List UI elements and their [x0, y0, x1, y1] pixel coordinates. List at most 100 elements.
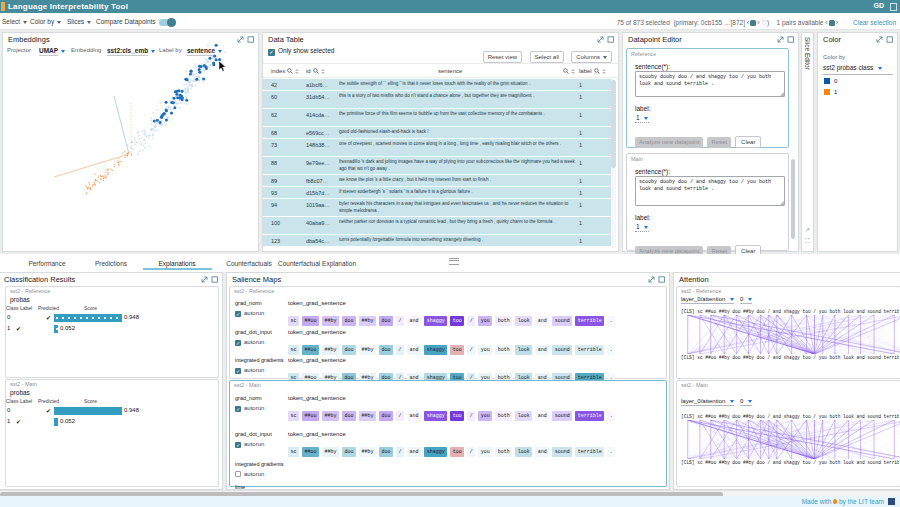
- panel-resize-icons[interactable]: [597, 36, 614, 43]
- col-index[interactable]: index: [271, 68, 299, 75]
- col-id[interactable]: id: [306, 68, 325, 75]
- layer-select[interactable]: layer_0/attention: [681, 296, 734, 304]
- label-select[interactable]: 1: [636, 114, 648, 121]
- expand-icon[interactable]: ↗: [805, 226, 810, 233]
- columns-button[interactable]: Columns: [571, 51, 612, 63]
- col-label[interactable]: label: [579, 68, 606, 75]
- attention-tokens-bottom: [CLS] sc ##oo ##by doo ##by doo / and sh…: [681, 355, 899, 360]
- salience-token: ##by: [322, 447, 339, 457]
- table-row[interactable]: 73148b38…one of creepiest , scariest mov…: [263, 139, 612, 157]
- tab-counterfactual-explanation[interactable]: Counterfactual Explanation: [278, 260, 356, 267]
- cell-index: 68: [271, 130, 277, 136]
- reset-button[interactable]: Reset: [707, 137, 731, 148]
- autorun-checkbox[interactable]: autorun: [235, 471, 264, 477]
- fullscreen-icon[interactable]: ⛶: [805, 238, 809, 245]
- slice-editor-strip[interactable]: Slice Editor ↗ ⛶: [801, 32, 814, 252]
- attention-tokens-top: [CLS] sc ##oo ##by doo ##by doo / and sh…: [681, 414, 899, 419]
- attention-tokens-top: [CLS] sc ##oo ##by doo ##by doo / and sh…: [681, 309, 899, 314]
- pin-pair-icon[interactable]: [829, 20, 835, 26]
- salience-token: /: [467, 411, 475, 421]
- table-row[interactable]: 89fb8c07…we know the plot 's a little cr…: [263, 175, 612, 187]
- salience-token: too: [450, 411, 464, 421]
- table-row[interactable]: 62414cda…the primitive force of this fil…: [263, 109, 612, 127]
- tab-performance[interactable]: Performance: [28, 260, 65, 267]
- drag-handle-icon[interactable]: [449, 258, 459, 265]
- account-label[interactable]: GD: [874, 2, 885, 9]
- salience-token: ##by: [359, 345, 376, 355]
- clear-selection-link[interactable]: Clear selection: [853, 19, 896, 26]
- token-grad-label: token_grad_sentence: [288, 431, 346, 437]
- editor-section-reference: Referencesentence(*):scooby dooby doo / …: [626, 48, 789, 148]
- tab-counterfactuals[interactable]: Counterfactuals: [226, 260, 272, 267]
- head-select[interactable]: 0: [740, 398, 752, 406]
- col-sentence[interactable]: sentence: [438, 68, 462, 74]
- editor-scrollbar[interactable]: [791, 159, 795, 239]
- salience-token: and: [407, 316, 421, 326]
- docs-icon[interactable]: [890, 3, 897, 11]
- analyze-new-datapoint-button[interactable]: Analyze new datapoint: [635, 137, 703, 148]
- pin-datapoint-icon[interactable]: [750, 20, 756, 26]
- prev-pair-button[interactable]: ‹: [825, 19, 827, 26]
- slices-menu[interactable]: Slices: [67, 18, 91, 25]
- autorun-checkbox[interactable]: ✓autorun: [235, 441, 264, 448]
- only-show-selected[interactable]: ✓Only show selected: [268, 47, 334, 56]
- table-scrollbar[interactable]: [611, 80, 616, 248]
- datapoint-editor-panel: Datapoint Editor Referencesentence(*):sc…: [622, 32, 799, 252]
- table-row[interactable]: 941019aa…byler reveals his characters in…: [263, 199, 612, 217]
- table-row[interactable]: 68e569cc…good old-fashioned slash-and-ha…: [263, 127, 612, 139]
- next-datapoint-button[interactable]: ›: [757, 19, 759, 26]
- panel-resize-icons[interactable]: [876, 36, 893, 43]
- table-row[interactable]: 42a1bcf6…the subtle strength of `` ellin…: [263, 79, 612, 91]
- cls-col-label: Label: [20, 305, 32, 311]
- cell-sentence: the subtle strength of `` elling '' is t…: [339, 81, 577, 88]
- color-by-select[interactable]: sst2 probas class: [823, 64, 882, 71]
- select-all-button[interactable]: Select all: [530, 51, 564, 63]
- panel-resize-icons[interactable]: [777, 36, 794, 43]
- layer-select[interactable]: layer_0/attention: [681, 398, 734, 406]
- attention-tokens-bottom: [CLS] sc ##oo ##by doo ##by doo / and sh…: [681, 460, 899, 465]
- table-row[interactable]: 6031db54…this is a story of two misfits …: [263, 91, 612, 109]
- embeddings-panel: Embeddings Projector UMAP Embedding sst2…: [2, 32, 259, 252]
- next-pair-button[interactable]: ›: [836, 19, 838, 26]
- tab-predictions[interactable]: Predictions: [95, 260, 127, 267]
- table-row[interactable]: 889e79ee…fresnadillo 's dark and jolting…: [263, 157, 612, 175]
- label-select[interactable]: 1: [636, 223, 648, 230]
- sentence-textarea[interactable]: scooby dooby doo / and shaggy too / you …: [635, 176, 785, 206]
- clear-button[interactable]: Clear: [735, 136, 761, 148]
- table-row[interactable]: 123dba54c…turns potentially forgettable …: [263, 235, 612, 247]
- classification-section: sst2 - MainprobasClassLabelPredictedScor…: [5, 379, 219, 487]
- panel-resize-icons[interactable]: [648, 276, 665, 283]
- token-grad-label: token_grad_sentence: [288, 395, 346, 401]
- cell-id: d15b7d…: [306, 190, 330, 196]
- head-select[interactable]: 0: [740, 296, 752, 304]
- salience-token: too: [450, 447, 464, 457]
- favorite-icon[interactable]: ♡): [761, 19, 769, 26]
- tab-explanations[interactable]: Explanations: [158, 260, 195, 267]
- sentence-textarea[interactable]: scooby dooby doo / and shaggy too / you …: [635, 71, 785, 97]
- salience-token: ##by: [322, 316, 339, 326]
- autorun-checkbox[interactable]: ✓autorun: [235, 367, 264, 374]
- salience-token: /: [467, 345, 475, 355]
- salience-token: .: [607, 447, 615, 457]
- prev-datapoint-button[interactable]: ‹: [747, 19, 749, 26]
- autorun-checkbox[interactable]: ✓autorun: [235, 405, 264, 412]
- search-icon: [563, 68, 569, 75]
- autorun-checkbox[interactable]: ✓autorun: [235, 339, 264, 346]
- salience-section: sst2 - Referencegrad_norm✓autoruntoken_g…: [229, 286, 667, 379]
- cls-col-predicted: Predicted: [38, 398, 59, 404]
- score-value: 0.052: [60, 325, 75, 331]
- autorun-checkbox[interactable]: ✓autorun: [235, 310, 264, 317]
- table-row[interactable]: 10040aba9…neither parker nor donovan is …: [263, 217, 612, 235]
- compare-datapoints-toggle[interactable]: [159, 19, 176, 26]
- reset-view-button[interactable]: Reset view: [483, 51, 522, 63]
- cell-label: 1: [579, 94, 582, 100]
- legend-item-1: 1: [824, 89, 837, 95]
- salience-token: and: [535, 411, 549, 421]
- panel-resize-icons[interactable]: [201, 276, 218, 283]
- select-menu[interactable]: Select: [2, 18, 27, 25]
- checkbox-checked-icon: ✓: [268, 49, 275, 56]
- color-by-menu[interactable]: Color by: [30, 18, 61, 25]
- embedding-scatter-plot[interactable]: [3, 33, 258, 223]
- col-sentence-tools[interactable]: [561, 68, 575, 75]
- table-row[interactable]: 93d15b7d…if steven soderbergh 's ` solar…: [263, 187, 612, 199]
